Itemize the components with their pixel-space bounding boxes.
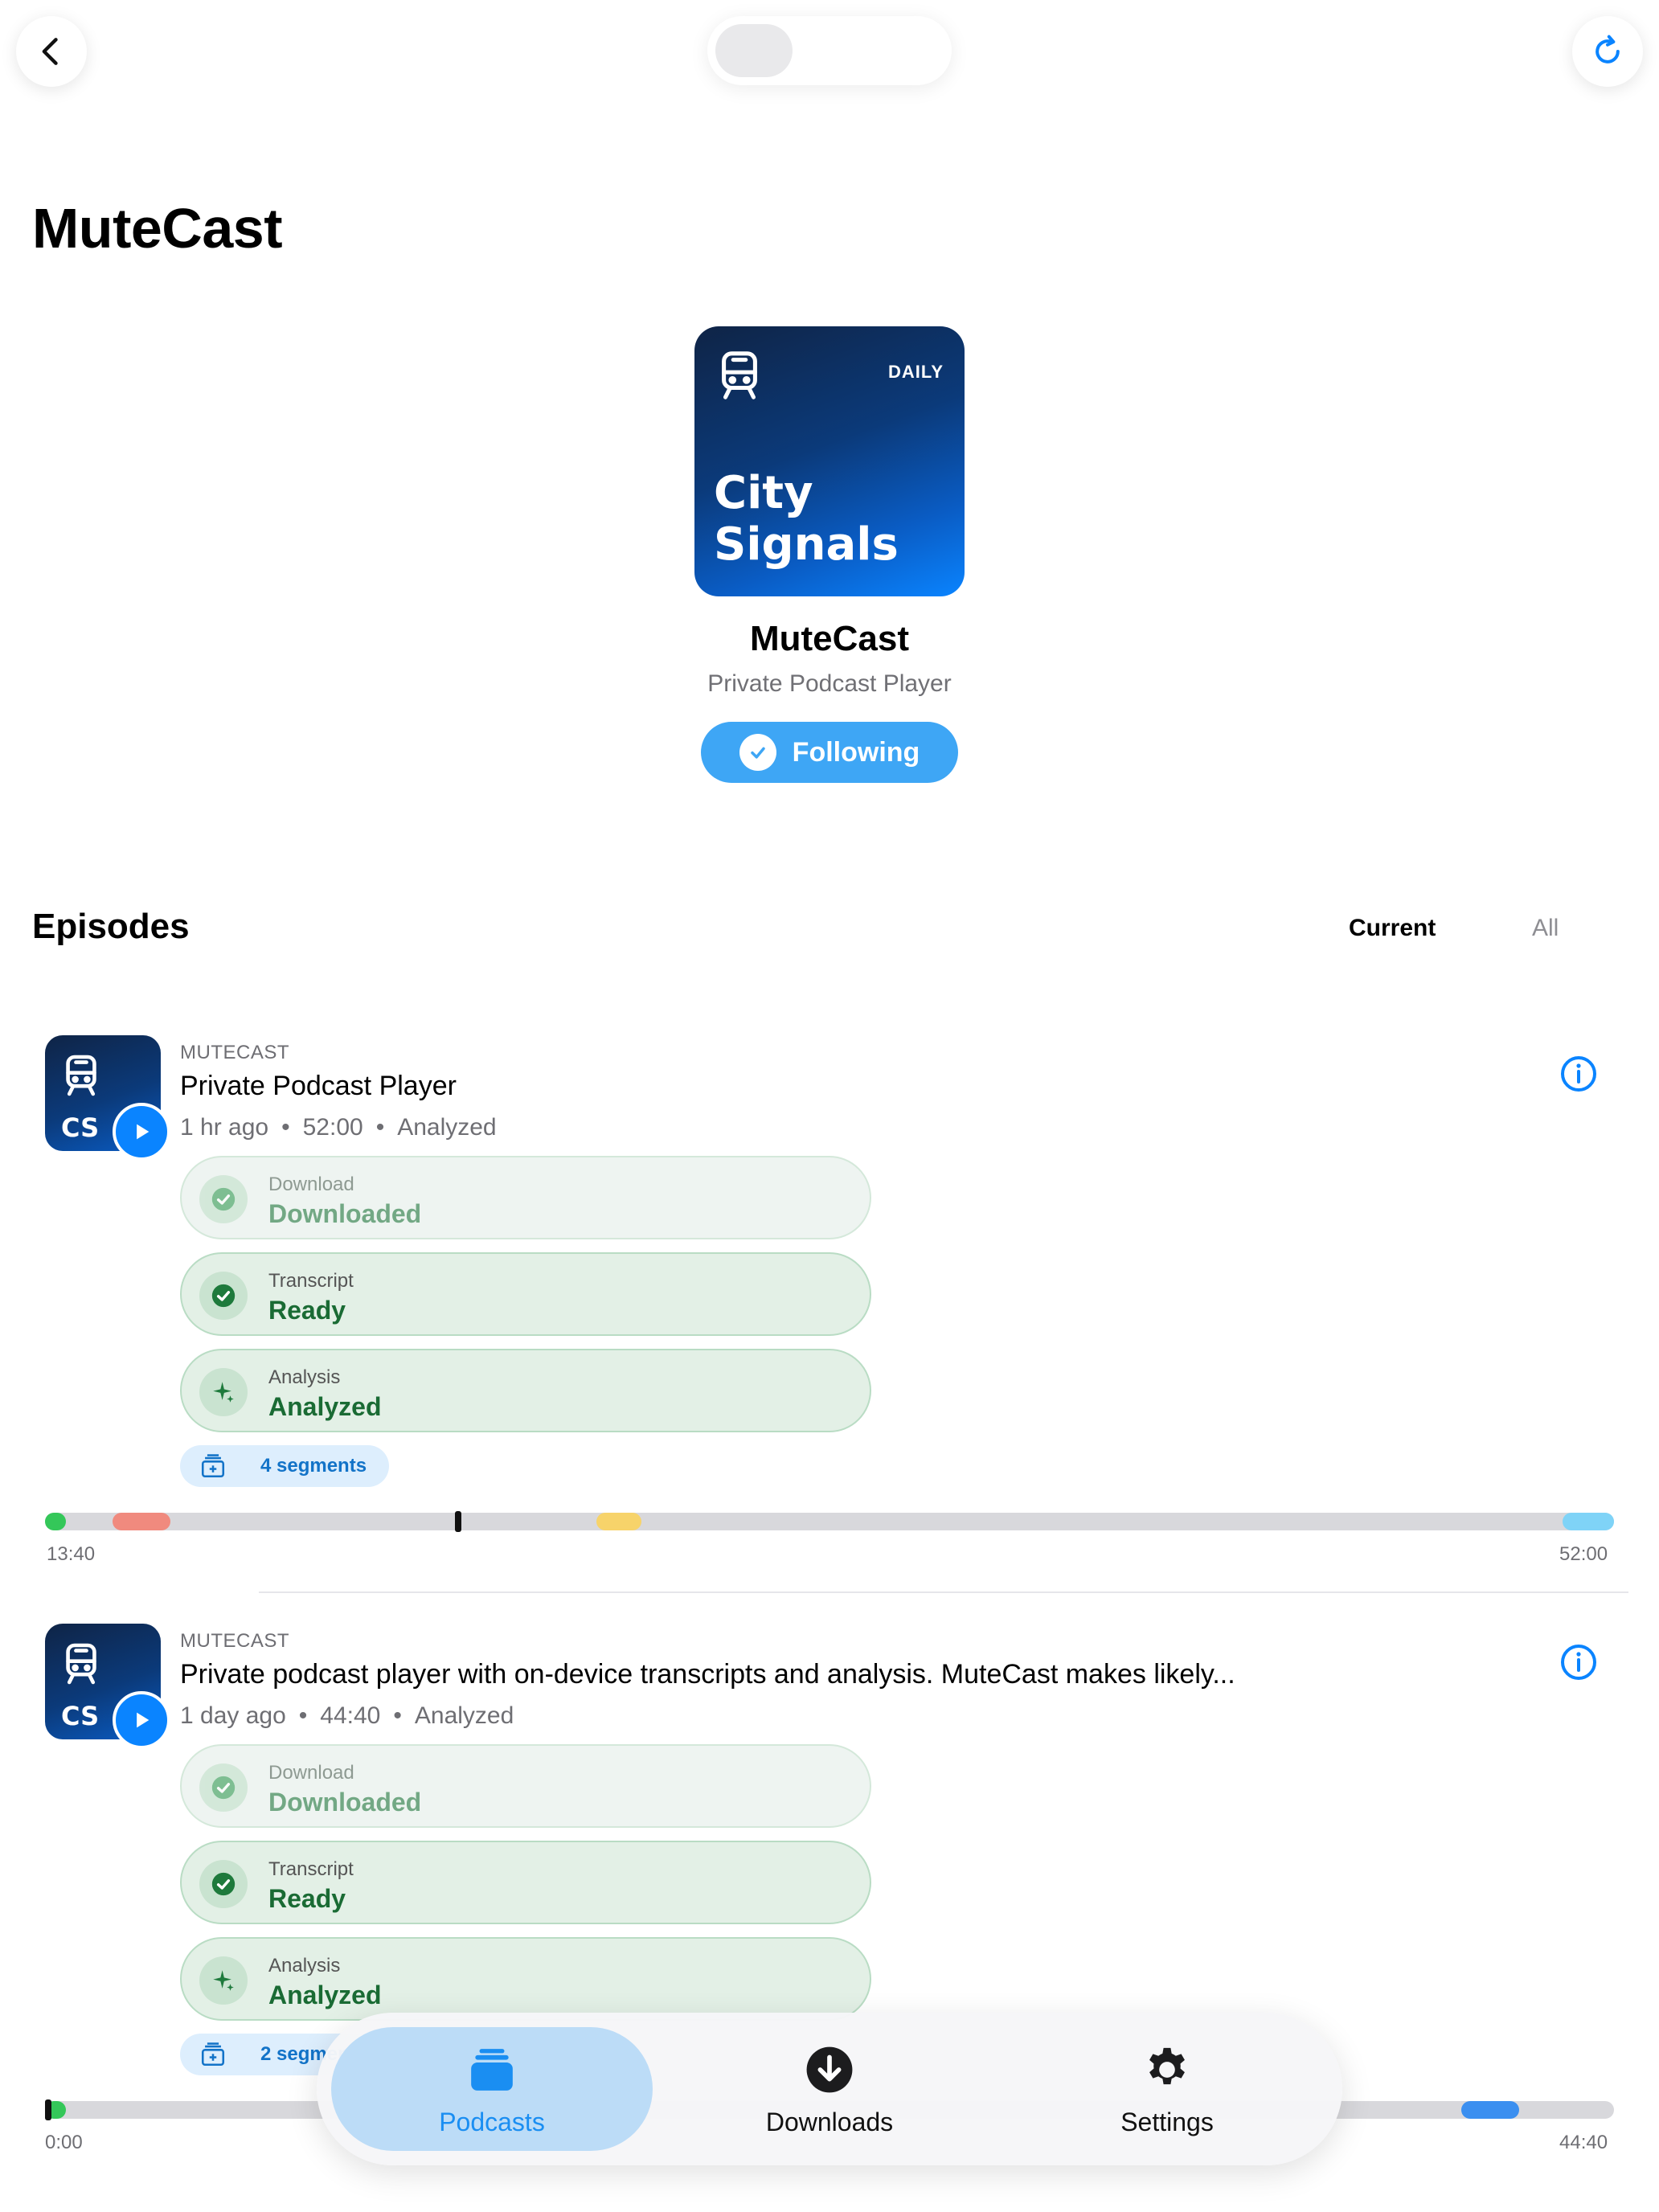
analysis-status[interactable]: Analysis Analyzed: [180, 1937, 871, 2021]
episode-title[interactable]: Private podcast player with on-device tr…: [180, 1659, 1235, 1690]
analysis-status[interactable]: Analysis Analyzed: [180, 1349, 871, 1432]
transcript-check-icon: [199, 1272, 248, 1320]
segment-mark-1: [45, 1513, 66, 1530]
episode-row[interactable]: CS MUTECAST Private Podcast Player 1 hr …: [0, 1035, 1659, 1598]
filter-all[interactable]: All: [1532, 915, 1559, 942]
segment-mark-4: [1563, 1513, 1614, 1530]
segments-icon: [201, 1454, 225, 1478]
download-label: Download: [268, 1762, 354, 1784]
artwork-title: City Signals: [714, 468, 899, 571]
podcast-name: MuteCast: [749, 619, 910, 658]
train-icon: [722, 351, 757, 399]
playhead[interactable]: [455, 1511, 461, 1532]
segment-mark-2: [1461, 2101, 1519, 2119]
tab-downloads[interactable]: Downloads: [669, 2027, 990, 2151]
episode-age: 1 hr ago: [180, 1114, 269, 1141]
podcast-subtitle: Private Podcast Player: [707, 670, 952, 697]
segment-mark-3: [596, 1513, 641, 1530]
download-status[interactable]: Download Downloaded: [180, 1156, 871, 1239]
back-button[interactable]: [16, 16, 87, 87]
segments-label: 4 segments: [260, 1455, 367, 1477]
episode-meta: 1 hr ago • 52:00 • Analyzed: [180, 1114, 497, 1141]
artwork-title-line1: City: [714, 467, 813, 519]
train-icon: [66, 1055, 96, 1096]
download-value: Downloaded: [268, 1199, 422, 1228]
segments-chip[interactable]: 4 segments: [180, 1445, 389, 1487]
time-end: 44:40: [1559, 2132, 1608, 2153]
segmented-knob: [715, 24, 793, 77]
page-title: MuteCast: [32, 197, 283, 260]
transcript-status[interactable]: Transcript Ready: [180, 1841, 871, 1924]
filter-current[interactable]: Current: [1349, 915, 1436, 942]
episode-timeline[interactable]: [45, 1511, 1614, 1532]
time-end: 52:00: [1559, 1543, 1608, 1565]
analysis-label: Analysis: [268, 1955, 341, 1976]
analysis-value: Analyzed: [268, 1392, 382, 1421]
gear-icon: [1149, 2047, 1185, 2085]
episode-state: Analyzed: [414, 1702, 514, 1729]
tab-settings[interactable]: Settings: [1006, 2027, 1328, 2151]
episode-state: Analyzed: [397, 1114, 497, 1141]
transcript-value: Ready: [268, 1296, 346, 1325]
episode-meta: 1 day ago • 44:40 • Analyzed: [180, 1702, 514, 1729]
train-icon: [66, 1643, 96, 1685]
info-icon[interactable]: [1559, 1055, 1598, 1093]
episodes-title: Episodes: [32, 907, 190, 946]
download-check-icon: [199, 1763, 248, 1812]
info-icon[interactable]: [1559, 1643, 1598, 1682]
episode-duration: 44:40: [320, 1702, 381, 1729]
download-circle-icon: [806, 2046, 853, 2093]
download-label: Download: [268, 1174, 354, 1195]
sparkles-icon: [199, 1368, 248, 1416]
time-start: 0:00: [45, 2132, 83, 2153]
playhead[interactable]: [45, 2099, 51, 2120]
tab-podcasts[interactable]: Podcasts: [331, 2027, 653, 2151]
download-status[interactable]: Download Downloaded: [180, 1744, 871, 1828]
play-icon: [137, 1124, 150, 1140]
episode-artwork-label: CS: [61, 1112, 100, 1143]
play-button[interactable]: [113, 1691, 170, 1749]
refresh-icon: [1596, 35, 1620, 63]
tab-downloads-label: Downloads: [765, 2108, 894, 2136]
segments-icon: [201, 2042, 225, 2067]
episode-artwork-label: CS: [61, 1701, 100, 1731]
artwork-badge: DAILY: [888, 362, 944, 382]
time-start: 13:40: [47, 1543, 96, 1565]
segment-mark-2: [113, 1513, 170, 1530]
episode-title[interactable]: Private Podcast Player: [180, 1071, 457, 1102]
transcript-label: Transcript: [268, 1270, 354, 1292]
transcript-label: Transcript: [268, 1858, 354, 1880]
episode-age: 1 day ago: [180, 1702, 286, 1729]
tab-podcasts-label: Podcasts: [439, 2108, 545, 2136]
play-button[interactable]: [113, 1103, 170, 1161]
download-check-icon: [199, 1175, 248, 1223]
transcript-status[interactable]: Transcript Ready: [180, 1252, 871, 1336]
play-icon: [137, 1712, 150, 1728]
artwork-title-line2: Signals: [714, 518, 899, 571]
refresh-button[interactable]: [1572, 16, 1643, 87]
podcasts-stack-icon: [471, 2049, 513, 2091]
podcast-artwork: DAILY City Signals: [694, 326, 965, 596]
episode-duration: 52:00: [302, 1114, 363, 1141]
analysis-value: Analyzed: [268, 1981, 382, 2009]
top-segmented-control[interactable]: [707, 16, 952, 85]
download-value: Downloaded: [268, 1788, 422, 1817]
transcript-value: Ready: [268, 1884, 346, 1913]
episode-divider: [259, 1591, 1628, 1593]
tab-bar: Podcasts Downloads Settings: [317, 2013, 1342, 2165]
following-button[interactable]: Following: [701, 722, 958, 783]
sparkles-icon: [199, 1956, 248, 2005]
analysis-label: Analysis: [268, 1366, 341, 1388]
episode-source: MUTECAST: [180, 1042, 289, 1063]
tab-settings-label: Settings: [1120, 2108, 1214, 2136]
checkmark-circle-icon: [739, 734, 776, 771]
transcript-check-icon: [199, 1860, 248, 1908]
following-label: Following: [792, 736, 920, 768]
chevron-left-icon: [42, 38, 58, 65]
episode-source: MUTECAST: [180, 1630, 289, 1652]
